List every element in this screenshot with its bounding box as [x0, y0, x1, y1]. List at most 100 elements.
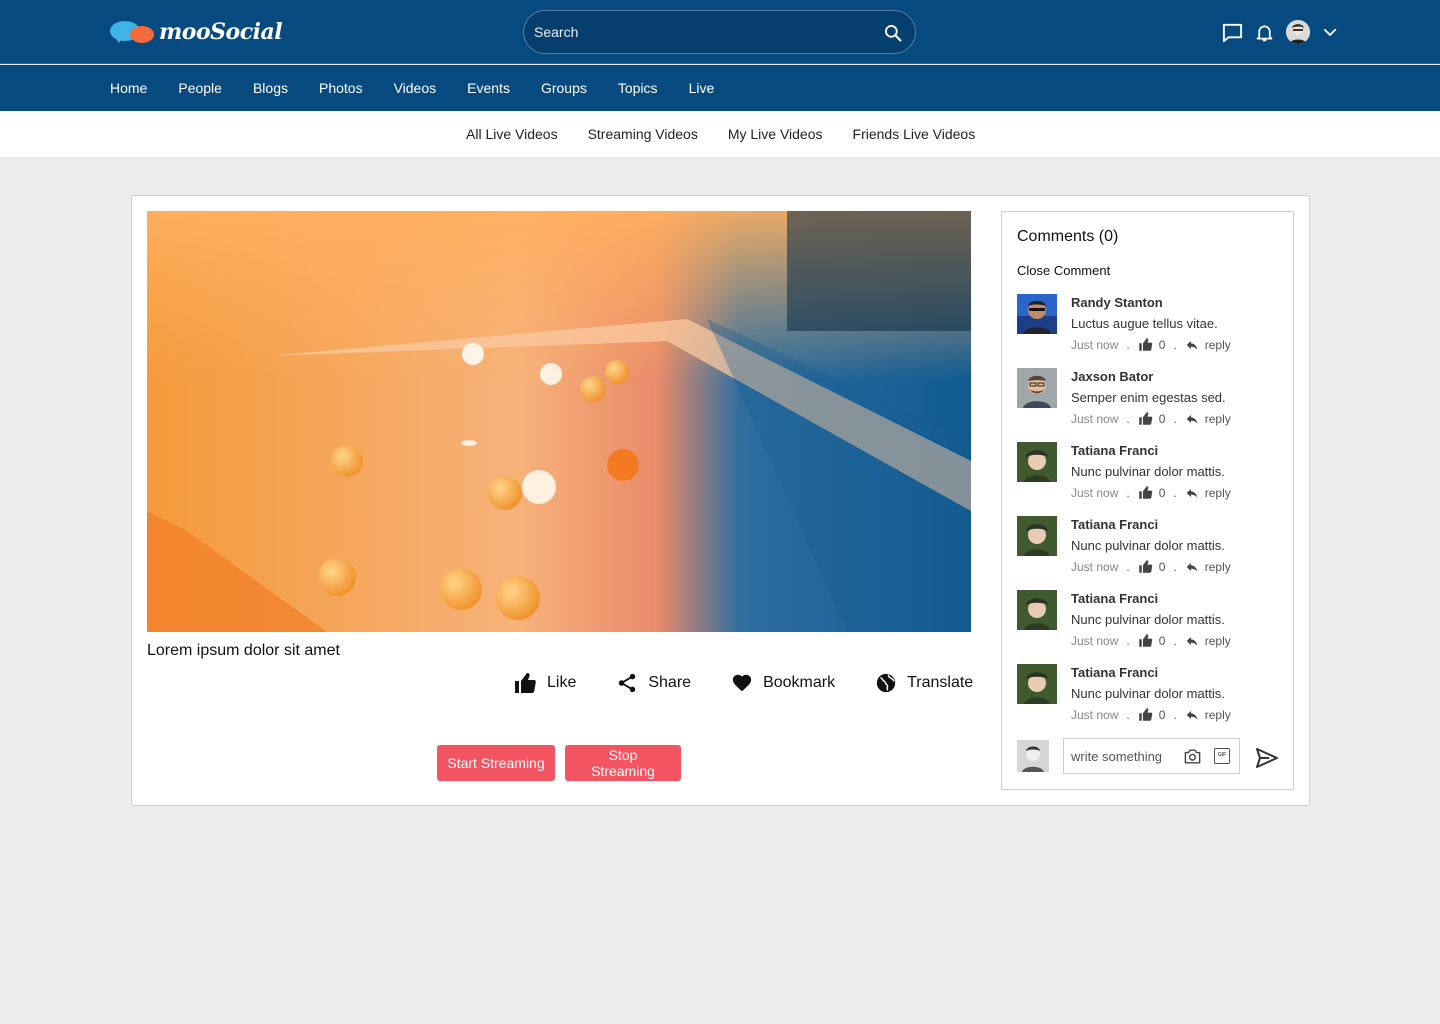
reply-icon[interactable] — [1185, 338, 1199, 352]
comment-time: Just now — [1071, 411, 1119, 426]
comment-author[interactable]: Jaxson Bator — [1071, 368, 1231, 385]
commenter-avatar[interactable] — [1017, 516, 1057, 556]
reply-icon[interactable] — [1185, 634, 1199, 648]
comment-author[interactable]: Tatiana Franci — [1071, 590, 1231, 607]
nav-live[interactable]: Live — [689, 80, 715, 96]
comments-title: Comments (0) — [1017, 228, 1119, 245]
tab-all-live-videos[interactable]: All Live Videos — [466, 126, 558, 142]
site-logo[interactable]: mooSocial — [110, 18, 283, 46]
video-frame-image — [147, 211, 971, 632]
reply-icon[interactable] — [1185, 708, 1199, 722]
tab-friends-live-videos[interactable]: Friends Live Videos — [853, 126, 976, 142]
start-streaming-button[interactable]: Start Streaming — [437, 745, 555, 781]
comment-list: Randy Stanton Luctus augue tellus vitae.… — [1017, 294, 1282, 738]
comment-text: Luctus augue tellus vitae. — [1071, 316, 1218, 331]
translate-label: Translate — [907, 674, 974, 691]
reply-icon[interactable] — [1185, 412, 1199, 426]
commenter-avatar[interactable] — [1017, 368, 1057, 408]
comment-reply-link[interactable]: reply — [1205, 486, 1231, 500]
like-icon[interactable] — [1138, 485, 1153, 500]
gif-icon[interactable]: GIF — [1214, 748, 1230, 764]
comment-input[interactable] — [1071, 747, 1179, 765]
comment-author[interactable]: Tatiana Franci — [1071, 442, 1231, 459]
like-icon[interactable] — [1138, 633, 1153, 648]
separator-dot: . — [1126, 633, 1130, 648]
header-actions — [1220, 20, 1342, 44]
separator-dot: . — [1173, 633, 1177, 648]
like-icon[interactable] — [1138, 559, 1153, 574]
bell-icon[interactable] — [1252, 20, 1276, 44]
reply-icon[interactable] — [1185, 486, 1199, 500]
chevron-down-icon[interactable] — [1318, 20, 1342, 44]
comment-like-count: 0 — [1158, 411, 1166, 426]
comment-reply-link[interactable]: reply — [1205, 708, 1231, 722]
search-box — [523, 10, 916, 54]
reply-icon[interactable] — [1185, 560, 1199, 574]
comment-compose-box: GIF — [1063, 738, 1240, 774]
separator-dot: . — [1173, 411, 1177, 426]
like-icon[interactable] — [1138, 707, 1153, 722]
nav-photos[interactable]: Photos — [319, 80, 363, 96]
comment-text: Semper enim egestas sed. — [1071, 390, 1226, 405]
bookmark-button[interactable]: Bookmark — [731, 672, 835, 694]
comment-text: Nunc pulvinar dolor mattis. — [1071, 686, 1225, 701]
like-button[interactable]: Like — [513, 671, 576, 695]
like-icon[interactable] — [1138, 337, 1153, 352]
nav-videos[interactable]: Videos — [394, 80, 437, 96]
nav-events[interactable]: Events — [467, 80, 510, 96]
comments-panel: Comments (0) Close Comment Randy Stanton… — [1001, 211, 1294, 790]
share-button[interactable]: Share — [616, 672, 691, 694]
search-input[interactable] — [534, 19, 864, 45]
tab-streaming-videos[interactable]: Streaming Videos — [588, 126, 698, 142]
comment-item: Tatiana Franci Nunc pulvinar dolor matti… — [1017, 590, 1282, 664]
nav-topics[interactable]: Topics — [618, 80, 658, 96]
comment-like-count: 0 — [1158, 485, 1166, 500]
comment-author[interactable]: Tatiana Franci — [1071, 664, 1231, 681]
translate-button[interactable]: Translate — [875, 672, 973, 694]
separator-dot: . — [1173, 707, 1177, 722]
share-icon — [619, 673, 636, 693]
comment-item: Tatiana Franci Nunc pulvinar dolor matti… — [1017, 516, 1282, 590]
nav-home[interactable]: Home — [110, 80, 147, 96]
commenter-avatar[interactable] — [1017, 590, 1057, 630]
commenter-avatar[interactable] — [1017, 294, 1057, 334]
video-caption: Lorem ipsum dolor sit amet — [147, 642, 340, 659]
comment-reply-link[interactable]: reply — [1205, 338, 1231, 352]
nav-people[interactable]: People — [178, 80, 222, 96]
commenter-avatar[interactable] — [1017, 442, 1057, 482]
close-comment-link[interactable]: Close Comment — [1017, 263, 1110, 278]
video-player[interactable] — [147, 211, 971, 632]
search-icon[interactable] — [883, 23, 903, 43]
user-avatar[interactable] — [1286, 20, 1310, 44]
commenter-avatar[interactable] — [1017, 664, 1057, 704]
comment-reply-link[interactable]: reply — [1205, 560, 1231, 574]
live-sub-nav: All Live Videos Streaming Videos My Live… — [0, 111, 1440, 157]
comment-reply-link[interactable]: reply — [1205, 412, 1231, 426]
comment-text: Nunc pulvinar dolor mattis. — [1071, 538, 1225, 553]
stop-streaming-button[interactable]: Stop Streaming — [565, 745, 681, 781]
comment-author[interactable]: Tatiana Franci — [1071, 516, 1231, 533]
video-actions: Like Share Bookmark Translate — [513, 670, 973, 696]
comment-item: Tatiana Franci Nunc pulvinar dolor matti… — [1017, 442, 1282, 516]
like-icon[interactable] — [1138, 411, 1153, 426]
tab-my-live-videos[interactable]: My Live Videos — [728, 126, 823, 142]
current-user-avatar — [1017, 740, 1049, 772]
comment-text: Nunc pulvinar dolor mattis. — [1071, 612, 1225, 627]
camera-icon[interactable] — [1183, 747, 1202, 766]
bookmark-label: Bookmark — [763, 674, 836, 691]
separator-dot: . — [1173, 559, 1177, 574]
chat-icon[interactable] — [1220, 20, 1244, 44]
like-icon — [515, 673, 536, 693]
separator-dot: . — [1126, 559, 1130, 574]
top-bar: mooSocial — [0, 0, 1440, 64]
comment-reply-link[interactable]: reply — [1205, 634, 1231, 648]
comment-author[interactable]: Randy Stanton — [1071, 294, 1231, 311]
send-icon[interactable] — [1255, 746, 1279, 770]
comment-item: Tatiana Franci Nunc pulvinar dolor matti… — [1017, 664, 1282, 738]
nav-blogs[interactable]: Blogs — [253, 80, 288, 96]
share-label: Share — [648, 674, 692, 691]
comment-time: Just now — [1071, 559, 1119, 574]
nav-groups[interactable]: Groups — [541, 80, 587, 96]
separator-dot: . — [1173, 337, 1177, 352]
comment-like-count: 0 — [1158, 633, 1166, 648]
